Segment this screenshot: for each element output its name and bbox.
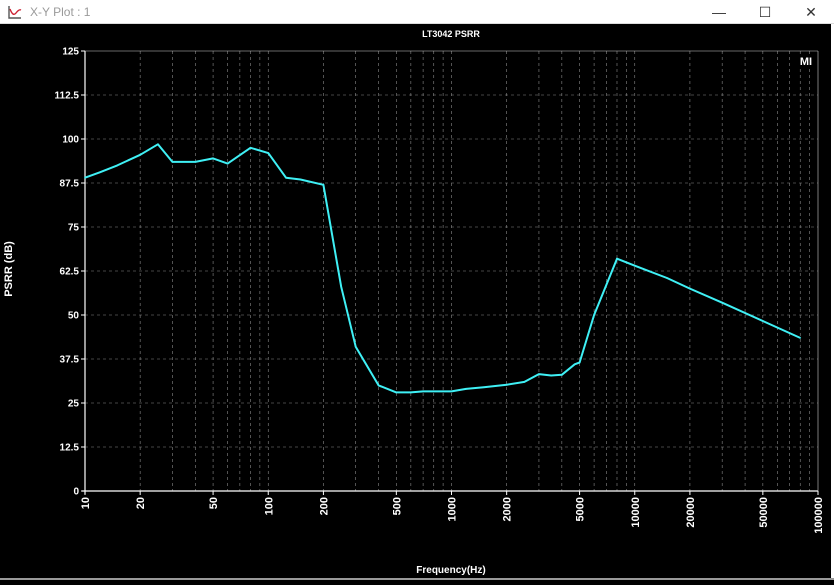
x-tick-label: 200 [318,497,330,515]
y-tick-label: 75 [68,223,80,234]
psrr-data-point [450,390,453,393]
psrr-chart: 0 12.5 25 37.5 50 62.5 75 87.5 100 112.5 125 10 20 50… [3,29,825,576]
x-tick-label: 5000 [575,497,587,521]
psrr-data-point [561,374,563,376]
psrr-data-point [267,152,270,154]
psrr-data-point [249,147,252,149]
psrr-data-point [666,277,668,279]
y-tick-label: 125 [62,47,79,58]
y-tick-label: 0 [73,487,79,498]
psrr-data-point [616,257,618,260]
y-tick-label: 12.5 [60,443,80,454]
x-tick-label: 50 [208,497,220,509]
psrr-data-point [578,361,581,364]
y-tick-label: 87.5 [60,179,80,190]
psrr-data-point [550,374,553,377]
chart-title: LT3042 PSRR [422,29,480,39]
window-controls: — ☐ ✕ [696,0,834,24]
psrr-data-point [410,391,412,394]
mi-badge[interactable]: MI [795,54,817,68]
psrr-data-point [84,176,86,179]
x-tick-label: 10000 [630,497,642,528]
psrr-data-point [689,287,691,290]
psrr-data-point [633,264,636,267]
psrr-data-point [505,383,508,386]
chart-area: 0 12.5 25 37.5 50 62.5 75 87.5 100 112.5 125 10 20 50… [0,24,834,580]
x-tick-label: 500 [391,497,403,515]
psrr-data-point [226,162,229,165]
x-tick-label: 2000 [502,497,514,521]
xy-plot-icon [6,3,24,21]
psrr-data-point [157,143,159,146]
window-titlebar: X-Y Plot : 1 — ☐ ✕ [0,0,834,24]
psrr-data-point [171,161,174,163]
x-tick-label: 100000 [813,497,825,534]
psrr-data-point [340,286,342,288]
minimize-button[interactable]: — [696,0,742,24]
x-tick-label: 20 [135,497,147,509]
psrr-data-point [354,345,357,348]
psrr-data-point [422,390,424,393]
x-axis-label: Frequency(Hz) [416,565,485,576]
psrr-data-point [482,386,485,388]
psrr-data-point [721,301,723,304]
psrr-series-line [84,143,801,394]
y-tick-label: 62.5 [60,267,80,278]
psrr-data-point [98,171,101,174]
window-title: X-Y Plot : 1 [30,4,91,19]
x-tick-label: 20000 [685,497,697,528]
psrr-data-point [116,164,119,167]
maximize-button[interactable]: ☐ [742,0,788,24]
y-tick-label: 100 [62,135,79,146]
psrr-data-point [465,388,467,390]
psrr-data-point [799,337,802,339]
psrr-data-point [538,373,540,375]
psrr-data-point [523,381,526,383]
x-tick-label: 100 [263,497,275,515]
y-axis-label: PSRR (dB) [3,241,15,297]
psrr-data-point [395,391,398,394]
close-button[interactable]: ✕ [788,0,834,24]
psrr-data-point [194,161,197,163]
y-tick-label: 50 [68,311,80,322]
y-tick-label: 25 [68,399,80,410]
y-tick-label: 112.5 [55,91,80,102]
mi-badge-label: MI [800,56,812,68]
psrr-data-point [212,157,214,160]
y-tick-label: 37.5 [60,355,80,366]
psrr-data-point [762,320,764,322]
psrr-data-point [593,314,595,316]
x-tick-label: 1000 [447,497,459,521]
psrr-data-point [139,154,141,156]
psrr-data-point [377,384,380,387]
psrr-data-point [322,183,325,186]
psrr-data-point [285,176,287,179]
x-tick-label: 50000 [758,497,770,528]
psrr-data-point [573,363,576,366]
psrr-data-point [299,178,302,181]
psrr-data-point [432,390,435,393]
x-tick-label: 10 [80,497,92,509]
